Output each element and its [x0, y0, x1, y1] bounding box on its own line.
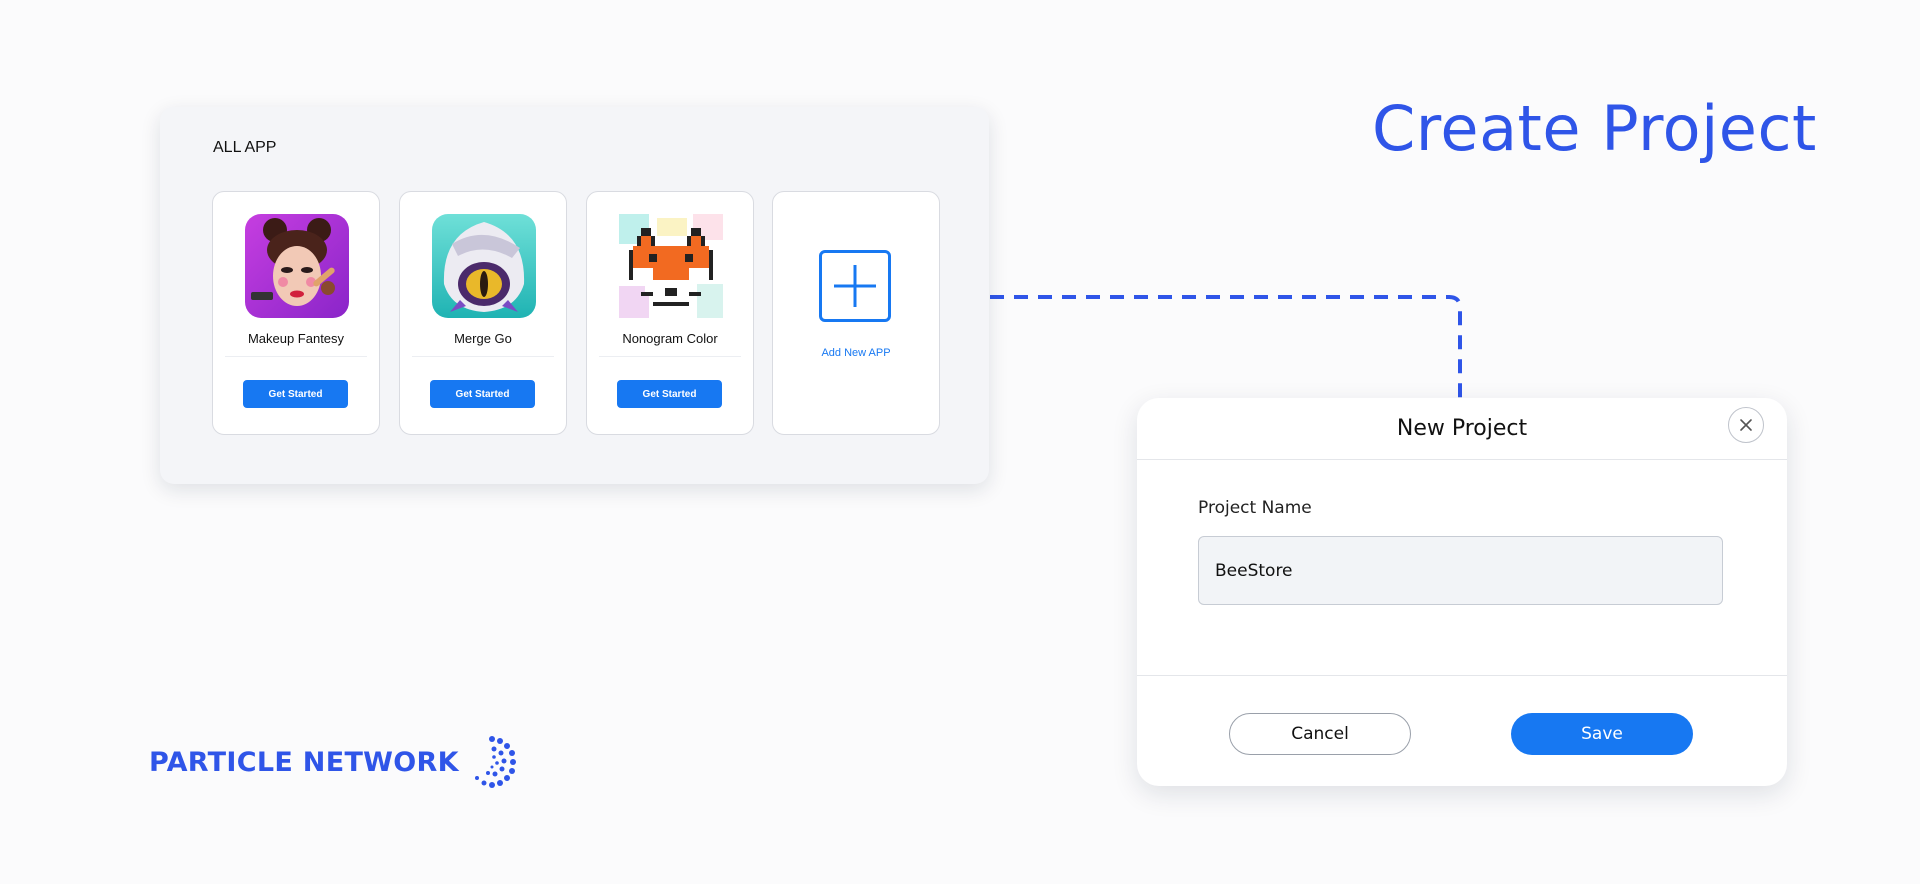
app-card-nonogram-color[interactable]: Nonogram Color Get Started: [586, 191, 754, 435]
get-started-button[interactable]: Get Started: [430, 380, 535, 408]
close-button[interactable]: [1728, 407, 1764, 443]
card-divider: [599, 356, 741, 357]
card-divider: [412, 356, 554, 357]
makeup-fantasy-icon: [245, 214, 349, 318]
add-new-app-label[interactable]: Add New APP: [773, 347, 939, 359]
get-started-button[interactable]: Get Started: [243, 380, 348, 408]
get-started-button[interactable]: Get Started: [617, 380, 722, 408]
app-name: Makeup Fantesy: [247, 331, 345, 346]
dialog-footer-divider: [1137, 675, 1787, 676]
particle-network-icon: [474, 736, 516, 788]
project-name-label: Project Name: [1198, 498, 1312, 518]
app-card-makeup-fantesy[interactable]: Makeup Fantesy Get Started: [212, 191, 380, 435]
close-icon: [1740, 419, 1752, 431]
dialog-header-divider: [1137, 459, 1787, 460]
save-button[interactable]: Save: [1511, 713, 1693, 755]
app-name: Nonogram Color: [622, 331, 718, 346]
plus-icon[interactable]: [819, 250, 891, 322]
all-app-panel: ALL APP Makeup Fantesy Get Started Merge…: [160, 107, 989, 484]
app-card-merge-go[interactable]: Merge Go Get Started: [399, 191, 567, 435]
app-name: Merge Go: [454, 331, 512, 346]
nonogram-fox-icon: [619, 214, 723, 318]
merge-go-icon: [432, 214, 536, 318]
brand-logo: PARTICLE NETWORK: [149, 735, 517, 789]
new-project-dialog: New Project Project Name Cancel Save: [1137, 398, 1787, 786]
card-divider: [225, 356, 367, 357]
cancel-button[interactable]: Cancel: [1229, 713, 1411, 755]
add-new-app-card[interactable]: Add New APP: [772, 191, 940, 435]
project-name-input[interactable]: [1198, 536, 1723, 605]
page-headline: Create Project: [1372, 92, 1817, 165]
dialog-title: New Project: [1396, 416, 1528, 441]
brand-name: PARTICLE NETWORK: [149, 746, 459, 778]
panel-title: ALL APP: [213, 139, 277, 156]
